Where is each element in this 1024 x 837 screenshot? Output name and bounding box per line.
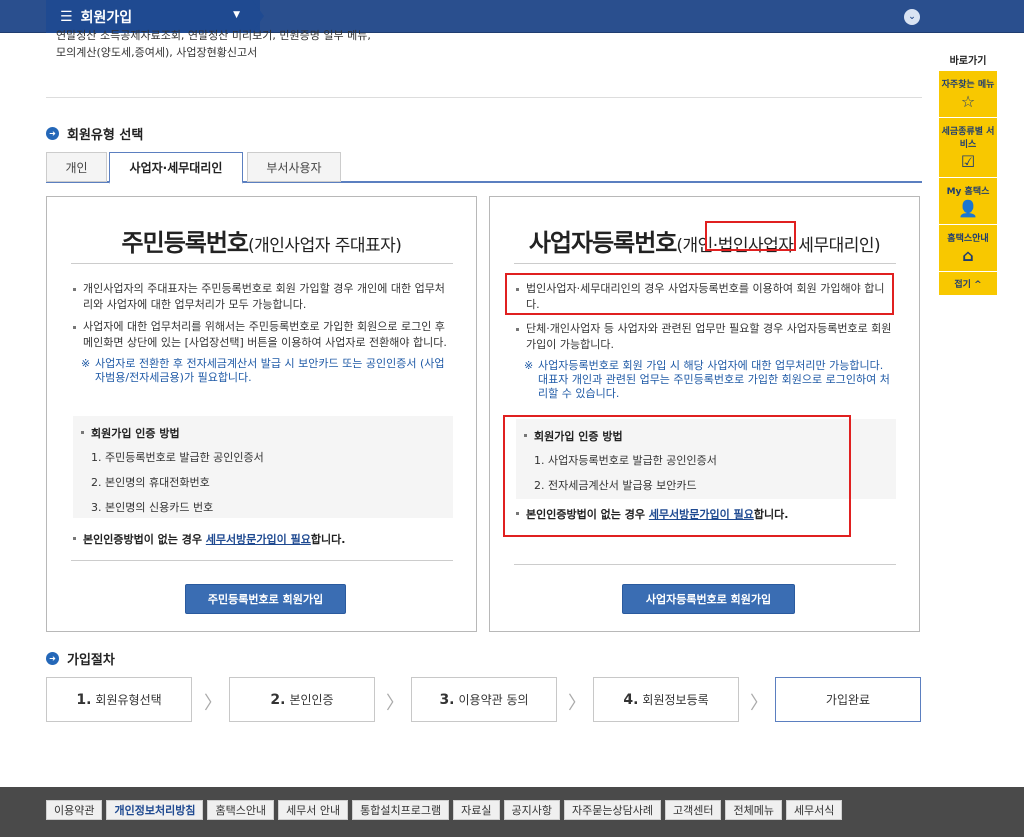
- procedure-step-final: 가입완료: [775, 677, 921, 722]
- expand-circle-icon[interactable]: ⌄: [904, 9, 920, 25]
- divider: [71, 560, 453, 561]
- quick-links-label: 바로가기: [949, 56, 987, 67]
- resident-number-panel: 주민등록번호(개인사업자 주대표자) 개인사업자의 주대표자는 주민등록번호로 …: [46, 196, 477, 632]
- business-number-panel: 사업자등록번호(개인·법인사업자 세무대리인) 법인사업자·세무대리인의 경우 …: [489, 196, 920, 632]
- arrow-circle-icon: ➜: [46, 652, 59, 665]
- quick-my-hometax[interactable]: My 홈택스 👤: [939, 178, 997, 225]
- visit-office-link[interactable]: 세무서방문가입이 필요: [206, 533, 311, 546]
- checkbox-icon: ☑: [960, 152, 976, 171]
- tab-department[interactable]: 부서사용자: [247, 152, 341, 182]
- footer-link[interactable]: 공지사항: [503, 800, 560, 820]
- highlight-box: [503, 415, 851, 537]
- quick-links-bar: 바로가기 자주찾는 메뉴 ☆ 세금종류별 서비스 ☑ My 홈택스 👤 홈택스안…: [939, 52, 997, 296]
- intro-line: 모의계산(양도세,증여세), 사업장현황신고서: [56, 46, 258, 59]
- no-auth-notice: 본인인증방법이 없는 경우 세무서방문가입이 필요합니다.: [73, 531, 345, 547]
- quick-frequent-menu[interactable]: 자주찾는 메뉴 ☆: [939, 71, 997, 118]
- member-type-tabs: 개인 사업자·세무대리인 부서사용자: [46, 152, 922, 184]
- join-by-business-number-button[interactable]: 사업자등록번호로 회원가입: [622, 584, 795, 614]
- description-list: 개인사업자의 주대표자는 주민등록번호로 회원 가입할 경우 개인에 대한 업무…: [73, 281, 453, 385]
- footer-link[interactable]: 세무서식: [785, 800, 843, 820]
- chevron-right-icon: 〉: [568, 693, 586, 714]
- procedure-step: 4. 회원정보등록: [593, 677, 739, 722]
- footer-link[interactable]: 통합설치프로그램: [352, 800, 450, 820]
- footer: 이용약관 개인정보처리방침 홈택스안내 세무서 안내 통합설치프로그램 자료실 …: [0, 787, 1024, 837]
- chevron-right-icon: 〉: [750, 693, 768, 714]
- list-item: 사업자에 대한 업무처리를 위해서는 주민등록번호로 가입한 회원으로 로그인 …: [73, 319, 453, 351]
- procedure-step: 1. 회원유형선택: [46, 677, 192, 722]
- hamburger-icon: ☰: [60, 8, 73, 25]
- procedure-step: 3. 이용약관 동의: [411, 677, 557, 722]
- auth-step: 3. 본인명의 신용카드 번호: [91, 501, 214, 514]
- auth-step: 2. 본인명의 휴대전화번호: [91, 476, 210, 489]
- auth-method-title: 회원가입 인증 방법: [81, 425, 445, 441]
- join-by-resident-number-button[interactable]: 주민등록번호로 회원가입: [185, 584, 346, 614]
- procedure-section-title: ➜ 가입절차: [46, 649, 115, 668]
- chevron-right-icon: 〉: [386, 693, 404, 714]
- quick-hometax-guide[interactable]: 홈택스안내 ⌂: [939, 225, 997, 272]
- divider: [71, 263, 453, 264]
- divider: [46, 97, 922, 98]
- footer-link[interactable]: 이용약관: [46, 800, 103, 820]
- footer-link[interactable]: 전체메뉴: [725, 800, 782, 820]
- house-icon: ⌂: [962, 246, 974, 265]
- procedure-steps: 1. 회원유형선택 〉 2. 본인인증 〉 3. 이용약관 동의 〉 4. 회원정보등록…: [46, 677, 922, 723]
- footer-link[interactable]: 세무서 안내: [278, 800, 349, 820]
- note-text: 사업자로 전환한 후 전자세금계산서 발급 시 보안카드 또는 공인인증서 (사…: [81, 357, 453, 385]
- intro-line: 연말정산 소득공제자료조회, 연말정산 미리보기, 민원증명 일부 메뉴,: [56, 29, 371, 42]
- tab-business[interactable]: 사업자·세무대리인: [109, 152, 243, 184]
- auth-step: 1. 주민등록번호로 발급한 공인인증서: [91, 451, 264, 464]
- quick-fold-button[interactable]: 접기 ^: [939, 272, 997, 296]
- note-text: 사업자등록번호로 회원 가입 시 해당 사업자에 대한 업무처리만 가능합니다.…: [524, 359, 896, 401]
- auth-method-box: 회원가입 인증 방법 1. 주민등록번호로 발급한 공인인증서 2. 본인명의 …: [73, 416, 453, 518]
- highlight-box: [705, 221, 796, 251]
- footer-link[interactable]: 고객센터: [664, 800, 722, 820]
- list-item: 개인사업자의 주대표자는 주민등록번호로 회원 가입할 경우 개인에 대한 업무…: [73, 281, 453, 313]
- panel-title: 주민등록번호(개인사업자 주대표자): [121, 229, 402, 257]
- tab-individual[interactable]: 개인: [46, 152, 107, 182]
- list-item: 단체·개인사업자 등 사업자와 관련된 업무만 필요할 경우 사업자등록번호로 …: [516, 321, 896, 353]
- highlight-box: [505, 273, 894, 315]
- procedure-step: 2. 본인인증: [229, 677, 375, 722]
- footer-link[interactable]: 홈택스안내: [207, 800, 275, 820]
- footer-link[interactable]: 자주묻는상담사례: [564, 800, 661, 820]
- member-type-section-title: ➜ 회원유형 선택: [46, 124, 143, 143]
- intro-text: 연말정산 소득공제자료조회, 연말정산 미리보기, 민원증명 일부 메뉴, 모의…: [56, 27, 486, 61]
- footer-link[interactable]: 자료실: [453, 800, 500, 820]
- divider: [514, 564, 896, 565]
- star-icon: ☆: [960, 92, 976, 111]
- caret-down-icon: ▼: [233, 10, 240, 20]
- quick-tax-service[interactable]: 세금종류별 서비스 ☑: [939, 118, 997, 178]
- chevron-right-icon: 〉: [204, 693, 222, 714]
- divider: [514, 263, 896, 264]
- menu-title: 회원가입: [80, 9, 133, 26]
- footer-links: 이용약관 개인정보처리방침 홈택스안내 세무서 안내 통합설치프로그램 자료실 …: [46, 800, 846, 820]
- footer-link[interactable]: 개인정보처리방침: [106, 800, 204, 820]
- user-icon: 👤: [958, 199, 978, 218]
- arrow-circle-icon: ➜: [46, 127, 59, 140]
